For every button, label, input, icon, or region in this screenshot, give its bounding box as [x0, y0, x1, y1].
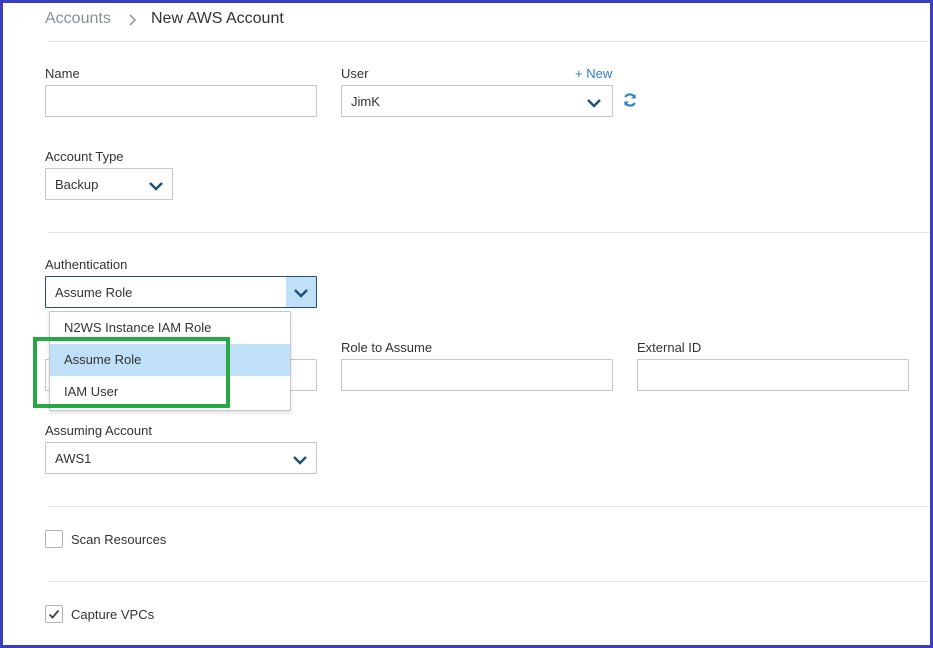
account-type-label: Account Type	[45, 149, 124, 164]
external-id-input[interactable]	[637, 359, 909, 391]
capture-vpcs-label: Capture VPCs	[71, 607, 155, 622]
user-select-value: JimK	[351, 94, 380, 109]
assuming-account-value: AWS1	[55, 451, 92, 466]
assuming-account-label: Assuming Account	[45, 423, 152, 438]
authentication-select[interactable]: Assume Role	[45, 276, 317, 308]
role-to-assume-input[interactable]	[341, 359, 613, 391]
account-type-select[interactable]: Backup	[45, 168, 173, 200]
page-title: New AWS Account	[151, 10, 284, 27]
assuming-account-select[interactable]: AWS1	[45, 442, 317, 474]
divider	[48, 41, 930, 42]
user-label: User	[341, 66, 369, 81]
checkmark-icon	[48, 609, 60, 619]
authentication-label: Authentication	[45, 257, 128, 272]
scan-resources-label: Scan Resources	[71, 532, 167, 547]
account-type-value: Backup	[55, 177, 99, 192]
divider	[48, 506, 930, 507]
chevron-down-icon	[586, 96, 602, 108]
name-label: Name	[45, 66, 80, 81]
user-select[interactable]: JimK	[341, 85, 613, 117]
chevron-down-icon	[148, 179, 164, 191]
authentication-toggle[interactable]	[286, 277, 316, 307]
breadcrumb-accounts-link[interactable]: Accounts	[45, 10, 111, 28]
name-input[interactable]	[45, 85, 317, 117]
chevron-right-icon	[128, 13, 138, 26]
refresh-icon[interactable]	[622, 92, 638, 108]
scan-resources-checkbox[interactable]	[45, 530, 63, 548]
authentication-value: Assume Role	[55, 285, 133, 300]
chevron-down-icon	[293, 286, 309, 298]
new-user-link[interactable]: + New	[575, 66, 612, 81]
role-to-assume-label: Role to Assume	[341, 340, 433, 355]
window-frame: Accounts New AWS Account Name User + New…	[0, 0, 933, 648]
divider	[48, 232, 930, 233]
divider	[48, 581, 930, 582]
capture-vpcs-checkbox[interactable]	[45, 605, 63, 623]
external-id-label: External ID	[637, 340, 702, 355]
chevron-down-icon	[292, 453, 308, 465]
highlight-box	[33, 337, 230, 408]
